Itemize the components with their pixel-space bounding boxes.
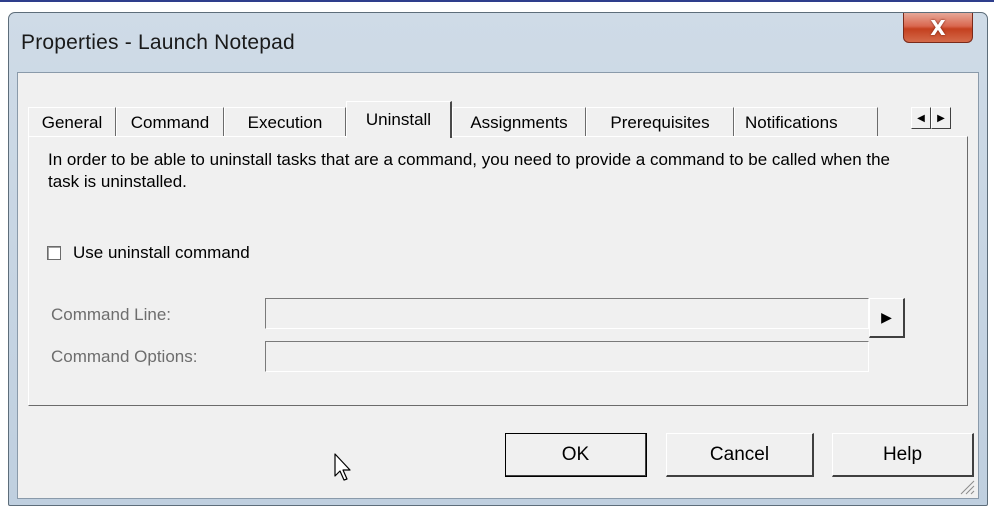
tab-command[interactable]: Command [116,107,224,137]
dialog-client-area: General Command Execution Uninstall Assi… [17,72,979,499]
use-uninstall-row[interactable]: Use uninstall command [47,243,250,263]
tab-label: Uninstall [365,110,432,129]
use-uninstall-checkbox[interactable] [47,246,61,260]
tab-prerequisites[interactable]: Prerequisites [586,107,734,137]
command-line-field[interactable] [265,298,869,329]
mouse-cursor-icon [334,453,351,481]
tab-label: Assignments [470,112,568,132]
tab-general[interactable]: General [28,107,116,137]
resize-grip-icon[interactable] [957,477,975,495]
top-border-line [0,0,994,2]
close-button[interactable]: X [903,13,973,43]
command-line-label: Command Line: [51,305,172,324]
uninstall-description: In order to be able to uninstall tasks t… [48,150,891,191]
cancel-button[interactable]: Cancel [666,433,814,477]
tab-execution[interactable]: Execution [224,107,346,137]
help-button-label: Help [882,443,923,465]
tab-label: Command [130,112,210,132]
command-options-field[interactable] [265,341,869,372]
use-uninstall-label[interactable]: Use uninstall command [73,243,250,263]
close-icon: X [930,15,946,40]
browse-arrow-icon: ▶ [881,309,892,325]
tab-scroll-left-button[interactable]: ◀ [911,107,931,129]
tab-strip: General Command Execution Uninstall Assi… [28,97,968,138]
scroll-left-icon: ◀ [917,112,925,124]
command-options-label: Command Options: [51,347,198,366]
help-button[interactable]: Help [832,433,974,477]
title-bar[interactable]: Properties - Launch Notepad X [9,13,987,71]
tab-label: General [41,112,103,132]
command-line-browse-button[interactable]: ▶ [869,298,905,338]
tab-label: Prerequisites [610,112,710,132]
tab-notifications[interactable]: Notifications [734,107,878,137]
cancel-button-label: Cancel [709,443,770,465]
tab-scroll-right-button[interactable]: ▶ [931,107,951,129]
tab-assignments[interactable]: Assignments [452,107,586,137]
properties-dialog: Properties - Launch Notepad X General Co… [8,12,988,506]
ok-button[interactable]: OK [505,433,647,477]
tab-label: Notifications [745,112,838,132]
tab-uninstall[interactable]: Uninstall [346,101,452,138]
ok-button-label: OK [561,443,590,465]
tab-label: Execution [247,112,323,132]
scroll-right-icon: ▶ [937,112,945,124]
window-title: Properties - Launch Notepad [21,31,295,54]
uninstall-tab-panel: In order to be able to uninstall tasks t… [28,136,968,406]
